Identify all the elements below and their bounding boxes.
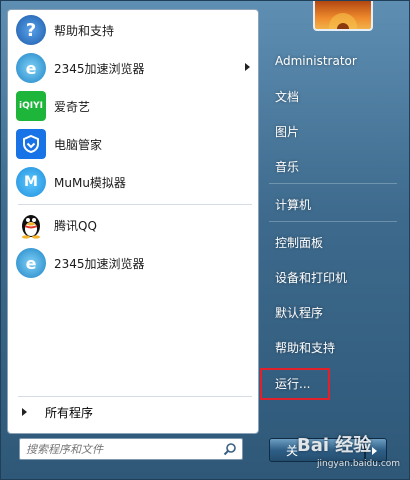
menu-documents[interactable]: 文档: [265, 83, 385, 109]
menu-label: 音乐: [275, 159, 300, 174]
menu-help-support[interactable]: 帮助和支持: [265, 334, 385, 360]
mumu-icon: M: [16, 167, 46, 197]
browser-2345-icon: e: [16, 53, 46, 83]
search-input[interactable]: [22, 440, 226, 458]
all-programs-button[interactable]: 所有程序: [12, 401, 256, 423]
baidu-watermark-url: jingyan.baidu.com: [317, 459, 401, 469]
program-item-2345-browser[interactable]: e 2345加速浏览器: [12, 50, 256, 86]
menu-label: 图片: [275, 124, 300, 139]
program-item-mumu[interactable]: M MuMu模拟器: [12, 164, 256, 200]
user-avatar[interactable]: [313, 1, 373, 31]
program-item-2345-browser[interactable]: e 2345加速浏览器: [12, 245, 256, 281]
program-item-pc-manager[interactable]: 电脑管家: [12, 126, 256, 162]
program-label: 电脑管家: [54, 137, 103, 152]
program-label: 帮助和支持: [54, 23, 115, 38]
run-highlight-box: [260, 368, 330, 400]
user-name: Administrator: [275, 54, 357, 68]
menu-label: 计算机: [275, 197, 312, 212]
flower-picture-icon: [329, 13, 357, 29]
menu-control-panel[interactable]: 控制面板: [265, 229, 385, 255]
divider: [269, 221, 397, 222]
menu-default-programs[interactable]: 默认程序: [265, 299, 385, 325]
menu-label: 控制面板: [275, 235, 324, 250]
start-menu: ? 帮助和支持 e 2345加速浏览器 iQIYI 爱奇艺 电脑管家 M MuM…: [0, 0, 410, 480]
program-label: 2345加速浏览器: [54, 256, 145, 271]
divider: [269, 183, 397, 184]
submenu-arrow-icon[interactable]: [245, 63, 250, 71]
pc-manager-icon: [16, 129, 46, 159]
program-label: MuMu模拟器: [54, 175, 126, 190]
help-icon: ?: [16, 15, 46, 45]
user-name-link[interactable]: Administrator: [265, 48, 385, 74]
program-label: 爱奇艺: [54, 99, 91, 114]
menu-devices-printers[interactable]: 设备和打印机: [265, 264, 385, 290]
program-item-help[interactable]: ? 帮助和支持: [12, 12, 256, 48]
qq-icon: [16, 210, 46, 240]
browser-2345-icon: e: [16, 248, 46, 278]
menu-label: 文档: [275, 89, 300, 104]
menu-computer[interactable]: 计算机: [265, 191, 385, 217]
divider: [18, 204, 252, 205]
program-item-iqiyi[interactable]: iQIYI 爱奇艺: [12, 88, 256, 124]
menu-music[interactable]: 音乐: [265, 153, 385, 179]
menu-label: 帮助和支持: [275, 340, 336, 355]
iqiyi-icon: iQIYI: [16, 91, 46, 121]
search-box[interactable]: [19, 438, 243, 460]
baidu-watermark: Bai 经验: [297, 435, 372, 456]
menu-label: 设备和打印机: [275, 270, 348, 285]
program-label: 腾讯QQ: [54, 218, 97, 233]
search-icon[interactable]: [223, 442, 237, 456]
program-label: 2345加速浏览器: [54, 61, 145, 76]
chevron-right-icon: [372, 447, 377, 455]
divider: [18, 396, 252, 397]
programs-panel: ? 帮助和支持 e 2345加速浏览器 iQIYI 爱奇艺 电脑管家 M MuM…: [7, 9, 259, 434]
all-programs-label: 所有程序: [45, 405, 94, 420]
menu-pictures[interactable]: 图片: [265, 118, 385, 144]
program-item-qq[interactable]: 腾讯QQ: [12, 207, 256, 243]
expand-arrow-icon: [22, 408, 27, 416]
menu-label: 默认程序: [275, 305, 324, 320]
